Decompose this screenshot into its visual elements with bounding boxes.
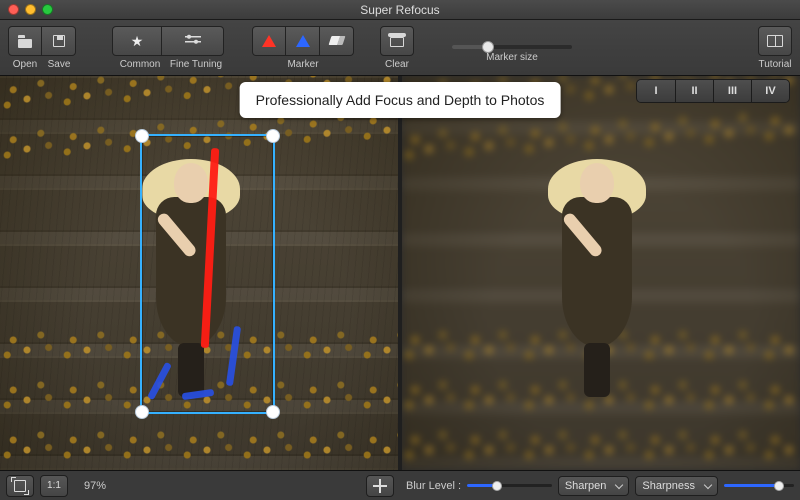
tutorial-button[interactable] <box>758 26 792 56</box>
zoom-window-button[interactable] <box>42 4 53 15</box>
fit-screen-button[interactable] <box>6 475 34 497</box>
background-stroke <box>226 326 241 386</box>
window-controls <box>8 4 53 15</box>
sharpen-dropdown[interactable]: Sharpen <box>558 476 630 496</box>
selection-handle-tr[interactable] <box>266 129 280 143</box>
triangle-blue-icon <box>296 35 310 47</box>
preview-pane[interactable]: I II III IV <box>402 76 800 470</box>
mode-common-label: Common <box>112 59 168 70</box>
window-title: Super Refocus <box>0 3 800 17</box>
sliders-icon <box>184 34 202 48</box>
blur-level-slider[interactable] <box>467 484 552 487</box>
open-label: Open <box>8 59 42 70</box>
marker-eraser-button[interactable] <box>320 26 354 56</box>
zoom-percentage: 97% <box>84 480 106 492</box>
move-icon <box>373 479 387 493</box>
eraser-icon <box>328 36 345 45</box>
save-button[interactable] <box>42 26 76 56</box>
foreground-stroke <box>201 148 219 348</box>
clear-button[interactable] <box>380 26 414 56</box>
marker-group-label: Marker <box>287 59 318 70</box>
selection-handle-tl[interactable] <box>135 129 149 143</box>
tutorial-label: Tutorial <box>759 59 792 70</box>
preset-tabs: I II III IV <box>636 79 790 103</box>
close-window-button[interactable] <box>8 4 19 15</box>
workspace: Professionally Add Focus and Depth to Ph… <box>0 76 800 470</box>
toolbar: Open Save ★ Common Fine Tuning Marker Cl… <box>0 20 800 76</box>
sharpness-dropdown[interactable]: Sharpness <box>635 476 718 496</box>
open-button[interactable] <box>8 26 42 56</box>
background-stroke <box>182 389 215 400</box>
selection-rectangle[interactable] <box>140 134 275 414</box>
titlebar: Super Refocus <box>0 0 800 20</box>
preset-tab-1[interactable]: I <box>637 80 675 102</box>
star-icon: ★ <box>131 34 144 48</box>
marker-foreground-button[interactable] <box>252 26 286 56</box>
save-label: Save <box>42 59 76 70</box>
pan-button[interactable] <box>366 475 394 497</box>
folder-open-icon <box>17 33 33 49</box>
trash-icon <box>390 37 404 47</box>
sharpness-slider[interactable] <box>724 484 794 487</box>
mode-fine-label: Fine Tuning <box>168 59 224 70</box>
blur-level-label: Blur Level : <box>406 480 461 492</box>
preview-subject-sharp <box>552 163 642 403</box>
preset-tab-3[interactable]: III <box>713 80 751 102</box>
feature-callout: Professionally Add Focus and Depth to Ph… <box>240 82 561 118</box>
triangle-red-icon <box>262 35 276 47</box>
sharpen-dropdown-label: Sharpen <box>565 480 607 492</box>
preview-controlbar: Blur Level : Sharpen Sharpness <box>400 470 800 500</box>
selection-handle-br[interactable] <box>266 405 280 419</box>
source-statusbar: 1:1 97% <box>0 470 400 500</box>
save-icon <box>53 35 65 47</box>
clear-label: Clear <box>385 59 409 70</box>
preset-tab-2[interactable]: II <box>675 80 713 102</box>
actual-size-button[interactable]: 1:1 <box>40 475 68 497</box>
marker-background-button[interactable] <box>286 26 320 56</box>
source-pane[interactable] <box>0 76 398 470</box>
book-icon <box>767 35 783 47</box>
sharpness-dropdown-label: Sharpness <box>642 480 695 492</box>
selection-handle-bl[interactable] <box>135 405 149 419</box>
marker-size-label: Marker size <box>486 52 538 63</box>
background-stroke <box>147 362 172 401</box>
minimize-window-button[interactable] <box>25 4 36 15</box>
preset-tab-4[interactable]: IV <box>751 80 789 102</box>
mode-fine-tuning-button[interactable] <box>162 26 224 56</box>
marker-size-slider[interactable] <box>452 45 572 49</box>
fit-icon <box>14 480 26 492</box>
mode-common-button[interactable]: ★ <box>112 26 162 56</box>
